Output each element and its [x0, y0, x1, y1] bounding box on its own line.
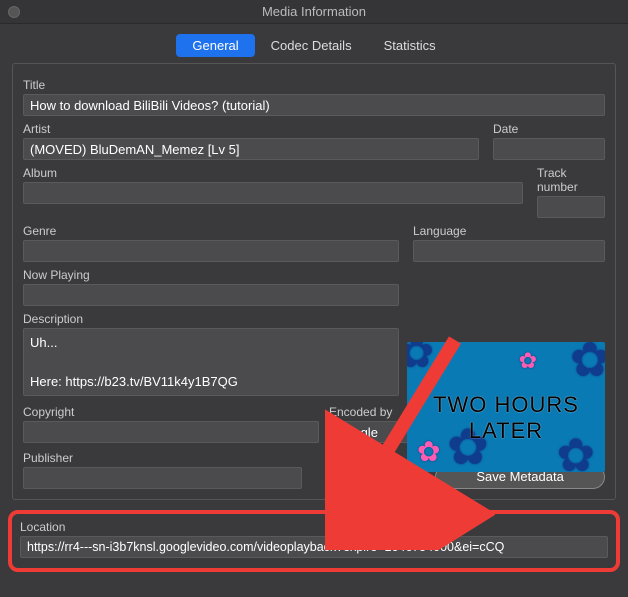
tab-statistics[interactable]: Statistics [368, 34, 452, 57]
close-icon[interactable] [8, 6, 20, 18]
label-description: Description [23, 312, 399, 326]
video-thumbnail: ✿ ✿ ✿ ✿ ✿ ✿ TWO HOURS LATER [407, 342, 605, 472]
album-field[interactable] [23, 182, 523, 204]
track-number-field[interactable] [537, 196, 605, 218]
language-field[interactable] [413, 240, 605, 262]
description-field[interactable] [23, 328, 399, 396]
tab-general[interactable]: General [176, 34, 254, 57]
now-playing-field[interactable] [23, 284, 399, 306]
label-artist: Artist [23, 122, 479, 136]
general-panel: Title Artist Date Album Track number Gen… [12, 63, 616, 500]
label-location: Location [20, 520, 608, 534]
titlebar: Media Information [0, 0, 628, 24]
date-field[interactable] [493, 138, 605, 160]
label-track-number: Track number [537, 166, 605, 194]
location-field[interactable] [20, 536, 608, 558]
label-language: Language [413, 224, 605, 238]
location-highlight-box: Location [8, 510, 620, 572]
tab-bar: General Codec Details Statistics [0, 34, 628, 57]
publisher-field[interactable] [23, 467, 302, 489]
label-date: Date [493, 122, 605, 136]
label-now-playing: Now Playing [23, 268, 605, 282]
copyright-field[interactable] [23, 421, 319, 443]
thumbnail-caption: TWO HOURS LATER [407, 392, 605, 444]
window-title: Media Information [0, 4, 628, 19]
tab-codec-details[interactable]: Codec Details [255, 34, 368, 57]
artist-field[interactable] [23, 138, 479, 160]
label-publisher: Publisher [23, 451, 302, 465]
title-field[interactable] [23, 94, 605, 116]
label-title: Title [23, 78, 605, 92]
label-album: Album [23, 166, 523, 180]
genre-field[interactable] [23, 240, 399, 262]
label-genre: Genre [23, 224, 399, 238]
